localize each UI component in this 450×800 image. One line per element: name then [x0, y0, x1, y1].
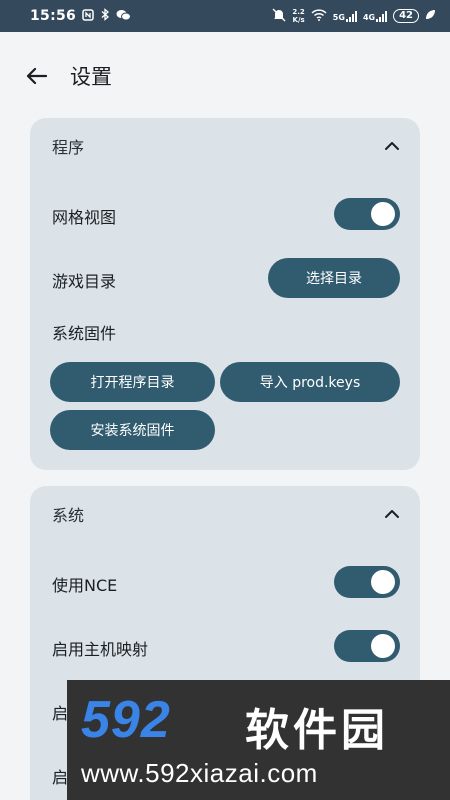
system-section-title: 系统 [52, 506, 85, 525]
choose-directory-button[interactable]: 选择目录 [268, 258, 400, 298]
setting-row-4-label: 启 [52, 768, 69, 787]
wifi-icon [311, 8, 327, 24]
signal-5g-label: 5G [332, 12, 345, 22]
bluetooth-icon [100, 8, 110, 24]
watermark-overlay: 592 软件园 www.592xiazai.com [67, 680, 450, 800]
system-firmware-label: 系统固件 [52, 324, 117, 343]
switch-thumb [371, 634, 395, 658]
use-nce-switch[interactable] [334, 566, 400, 598]
signal-5g: 5G [332, 10, 357, 22]
status-right: 2.2 K/s 5G 4G 42 [272, 8, 436, 25]
use-nce-label: 使用NCE [52, 576, 118, 595]
program-section-header[interactable]: 程序 [30, 118, 420, 174]
host-mapping-label: 启用主机映射 [52, 640, 149, 659]
battery-indicator: 42 [393, 9, 419, 23]
arrow-back-icon [26, 67, 47, 85]
watermark-brand-name: 软件园 [245, 705, 389, 756]
status-left: 15:56 [30, 8, 132, 24]
game-directory-label: 游戏目录 [52, 272, 117, 291]
nfc-icon [82, 8, 94, 24]
system-section-header[interactable]: 系统 [30, 486, 420, 542]
chevron-up-icon[interactable] [382, 504, 402, 524]
status-time: 15:56 [30, 8, 77, 24]
leaf-icon [425, 9, 436, 23]
signal-4g-label: 4G [362, 12, 376, 22]
mute-icon [272, 8, 286, 25]
program-section-card: 程序 网格视图 游戏目录 选择目录 系统固件 打开程序目录 导入 prod.ke… [30, 118, 420, 470]
app-bar: 设置 [0, 32, 450, 120]
net-speed-value: 2.2 [292, 8, 305, 16]
watermark-url: www.592xiazai.com [81, 758, 318, 788]
chevron-up-icon[interactable] [382, 136, 402, 156]
page-title: 设置 [70, 65, 112, 89]
net-speed: 2.2 K/s [292, 8, 304, 24]
install-firmware-button[interactable]: 安装系统固件 [50, 410, 215, 450]
program-section-title: 程序 [52, 138, 85, 157]
import-prod-keys-button[interactable]: 导入 prod.keys [220, 362, 400, 402]
watermark-brand-number: 592 [81, 691, 171, 749]
grid-view-switch[interactable] [334, 198, 400, 230]
back-button[interactable] [24, 64, 48, 88]
signal-bars-icon [376, 10, 388, 22]
open-program-directory-button[interactable]: 打开程序目录 [50, 362, 215, 402]
setting-row-3-label: 启 [52, 704, 69, 723]
host-mapping-switch[interactable] [334, 630, 400, 662]
net-speed-unit: K/s [292, 16, 305, 24]
grid-view-label: 网格视图 [52, 208, 117, 227]
signal-4g: 4G [362, 10, 388, 22]
status-bar: 15:56 2.2 K/s 5G 4G 42 [0, 0, 450, 32]
switch-thumb [371, 570, 395, 594]
switch-thumb [371, 202, 395, 226]
wechat-icon [116, 9, 132, 24]
signal-bars-icon [345, 10, 357, 22]
